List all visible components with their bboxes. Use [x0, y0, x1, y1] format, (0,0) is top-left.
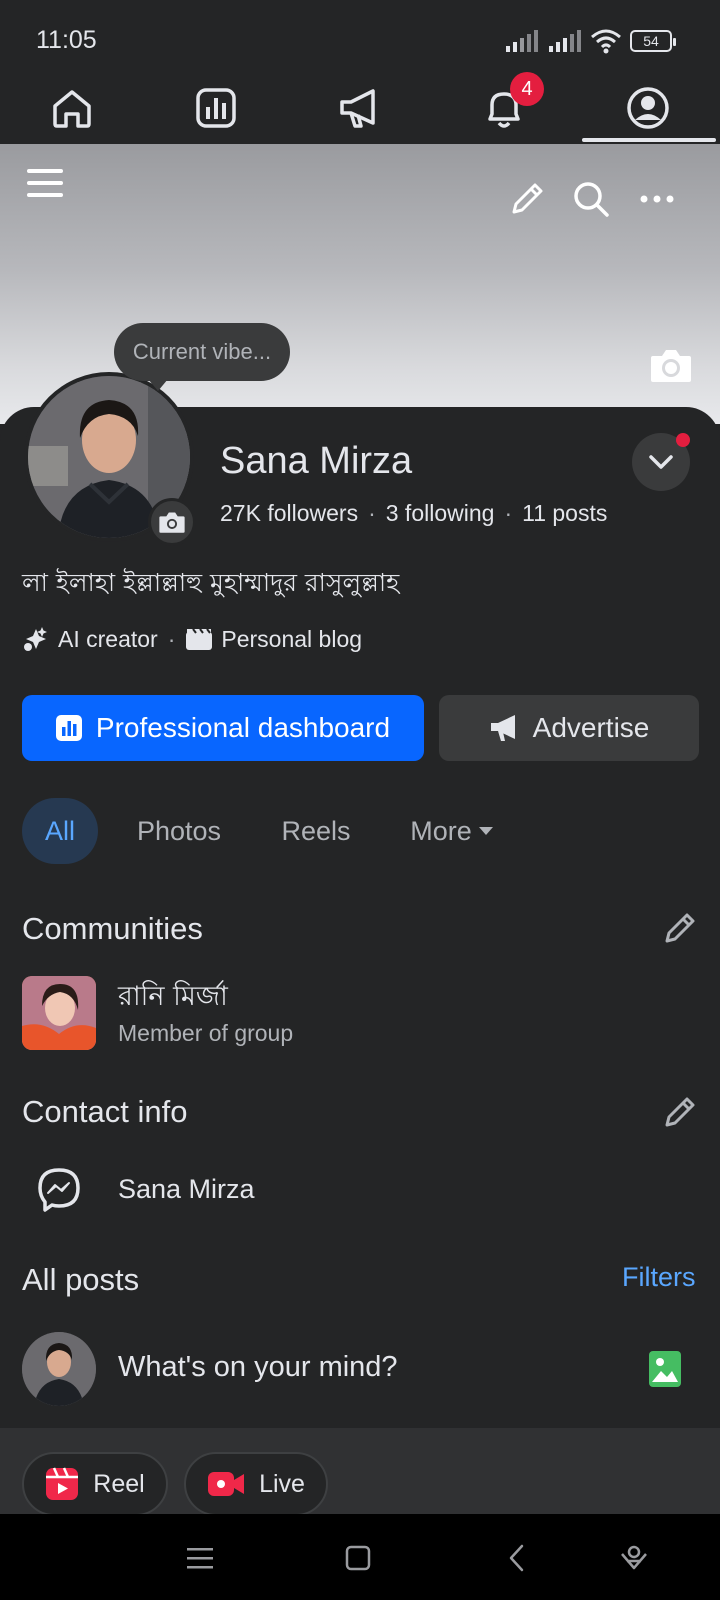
nav-home[interactable]: [0, 72, 144, 144]
community-role: Member of group: [118, 1020, 294, 1046]
assistant-button[interactable]: [612, 1536, 656, 1580]
messenger-contact-name[interactable]: Sana Mirza: [118, 1174, 255, 1205]
wifi-icon: [591, 29, 621, 54]
live-button[interactable]: Live: [184, 1452, 328, 1516]
photo-icon[interactable]: [648, 1350, 682, 1388]
tab-more-label: More: [410, 815, 472, 846]
reel-icon: [46, 1467, 79, 1500]
sparkle-icon: [24, 627, 47, 651]
search-icon: [574, 182, 609, 217]
composer-avatar-photo: [22, 1332, 96, 1406]
dashboard-icon: [196, 88, 236, 128]
profile-bio: লা ইলাহা ইল্লাল্লাহু মুহাম্মাদুর রাসুলুল…: [22, 568, 400, 597]
search-button[interactable]: [568, 176, 614, 222]
edit-communities-icon[interactable]: [662, 910, 698, 946]
community-thumbnail[interactable]: [22, 976, 96, 1050]
current-vibe-label: Current vibe...: [132, 339, 272, 364]
following-count[interactable]: 3 following: [386, 500, 495, 526]
profile-categories: AI creator · Personal blog: [22, 625, 362, 653]
tab-all[interactable]: All: [22, 798, 98, 864]
new-indicator-dot: [676, 433, 690, 447]
square-icon: [345, 1545, 371, 1571]
nav-notifications[interactable]: 4: [432, 72, 576, 144]
cover-camera-button[interactable]: [648, 344, 694, 386]
nav-ads[interactable]: [288, 72, 432, 144]
advertise-label: Advertise: [532, 712, 650, 743]
caret-down-icon: [478, 827, 493, 835]
tab-more[interactable]: More: [396, 798, 508, 864]
chevron-down-icon: [649, 455, 673, 469]
home-system-button[interactable]: [336, 1536, 380, 1580]
advertise-button[interactable]: Advertise: [439, 695, 699, 761]
community-name[interactable]: রানি মির্জা: [118, 976, 228, 1021]
menu-lines-icon: [187, 1548, 213, 1569]
recents-button[interactable]: [178, 1536, 222, 1580]
tab-reels[interactable]: Reels: [262, 798, 370, 864]
professional-dashboard-button[interactable]: Professional dashboard: [22, 695, 424, 761]
camera-icon: [651, 350, 691, 382]
communities-title: Communities: [22, 911, 203, 946]
back-button[interactable]: [494, 1536, 538, 1580]
messenger-icon: [38, 1168, 80, 1212]
megaphone-icon: [340, 89, 375, 128]
reel-label: Reel: [93, 1469, 145, 1498]
battery-indicator: 54: [630, 30, 676, 52]
ellipsis-icon: [640, 195, 674, 203]
live-video-icon: [208, 1472, 245, 1496]
pencil-icon: [512, 183, 543, 214]
profile-icon: [627, 87, 669, 129]
followers-count[interactable]: 27K followers: [220, 500, 358, 526]
system-navigation-bar: [0, 1514, 720, 1600]
contact-info-title: Contact info: [22, 1094, 188, 1129]
professional-dashboard-label: Professional dashboard: [95, 712, 391, 743]
signal-icon: [506, 30, 538, 52]
posts-filters-link[interactable]: Filters: [622, 1262, 696, 1293]
tab-reels-label: Reels: [281, 815, 351, 846]
nav-profile[interactable]: [576, 72, 720, 144]
profile-name: Sana Mirza: [220, 440, 413, 482]
community-photo: [22, 976, 96, 1050]
tab-photos-label: Photos: [136, 815, 222, 846]
category-ai-creator: AI creator: [58, 625, 158, 652]
composer-avatar[interactable]: [22, 1332, 96, 1406]
reel-button[interactable]: Reel: [22, 1452, 168, 1516]
tab-photos[interactable]: Photos: [120, 798, 238, 864]
live-label: Live: [259, 1469, 305, 1498]
status-bar: 11:05 54: [0, 0, 720, 72]
home-icon: [53, 90, 91, 128]
hamburger-icon: [27, 169, 63, 197]
megaphone-icon: [490, 715, 515, 741]
status-time: 11:05: [36, 26, 97, 54]
edit-profile-button[interactable]: [504, 176, 550, 222]
composer-input[interactable]: What's on your mind?: [118, 1351, 398, 1384]
nav-dashboard[interactable]: [144, 72, 288, 144]
tab-all-label: All: [44, 815, 75, 846]
posts-count[interactable]: 11 posts: [522, 500, 607, 526]
menu-button[interactable]: [22, 160, 68, 206]
assistant-icon: [621, 1545, 647, 1570]
notification-badge: 4: [510, 72, 544, 106]
back-arrow-icon: [509, 1544, 524, 1572]
active-tab-indicator: [582, 138, 716, 142]
top-nav: 4: [0, 72, 720, 144]
avatar-camera-button[interactable]: [148, 498, 196, 546]
profile-stats: 27K followers · 3 following · 11 posts: [220, 500, 608, 526]
all-posts-title: All posts: [22, 1262, 140, 1297]
current-vibe-bubble[interactable]: Current vibe...: [114, 323, 290, 391]
edit-contact-icon[interactable]: [662, 1094, 698, 1130]
clapperboard-icon: [186, 628, 213, 650]
more-options-button[interactable]: [634, 176, 680, 222]
dashboard-icon: [55, 715, 82, 741]
signal-icon-2: [549, 30, 581, 52]
camera-icon: [159, 512, 185, 533]
category-personal-blog: Personal blog: [221, 625, 363, 652]
